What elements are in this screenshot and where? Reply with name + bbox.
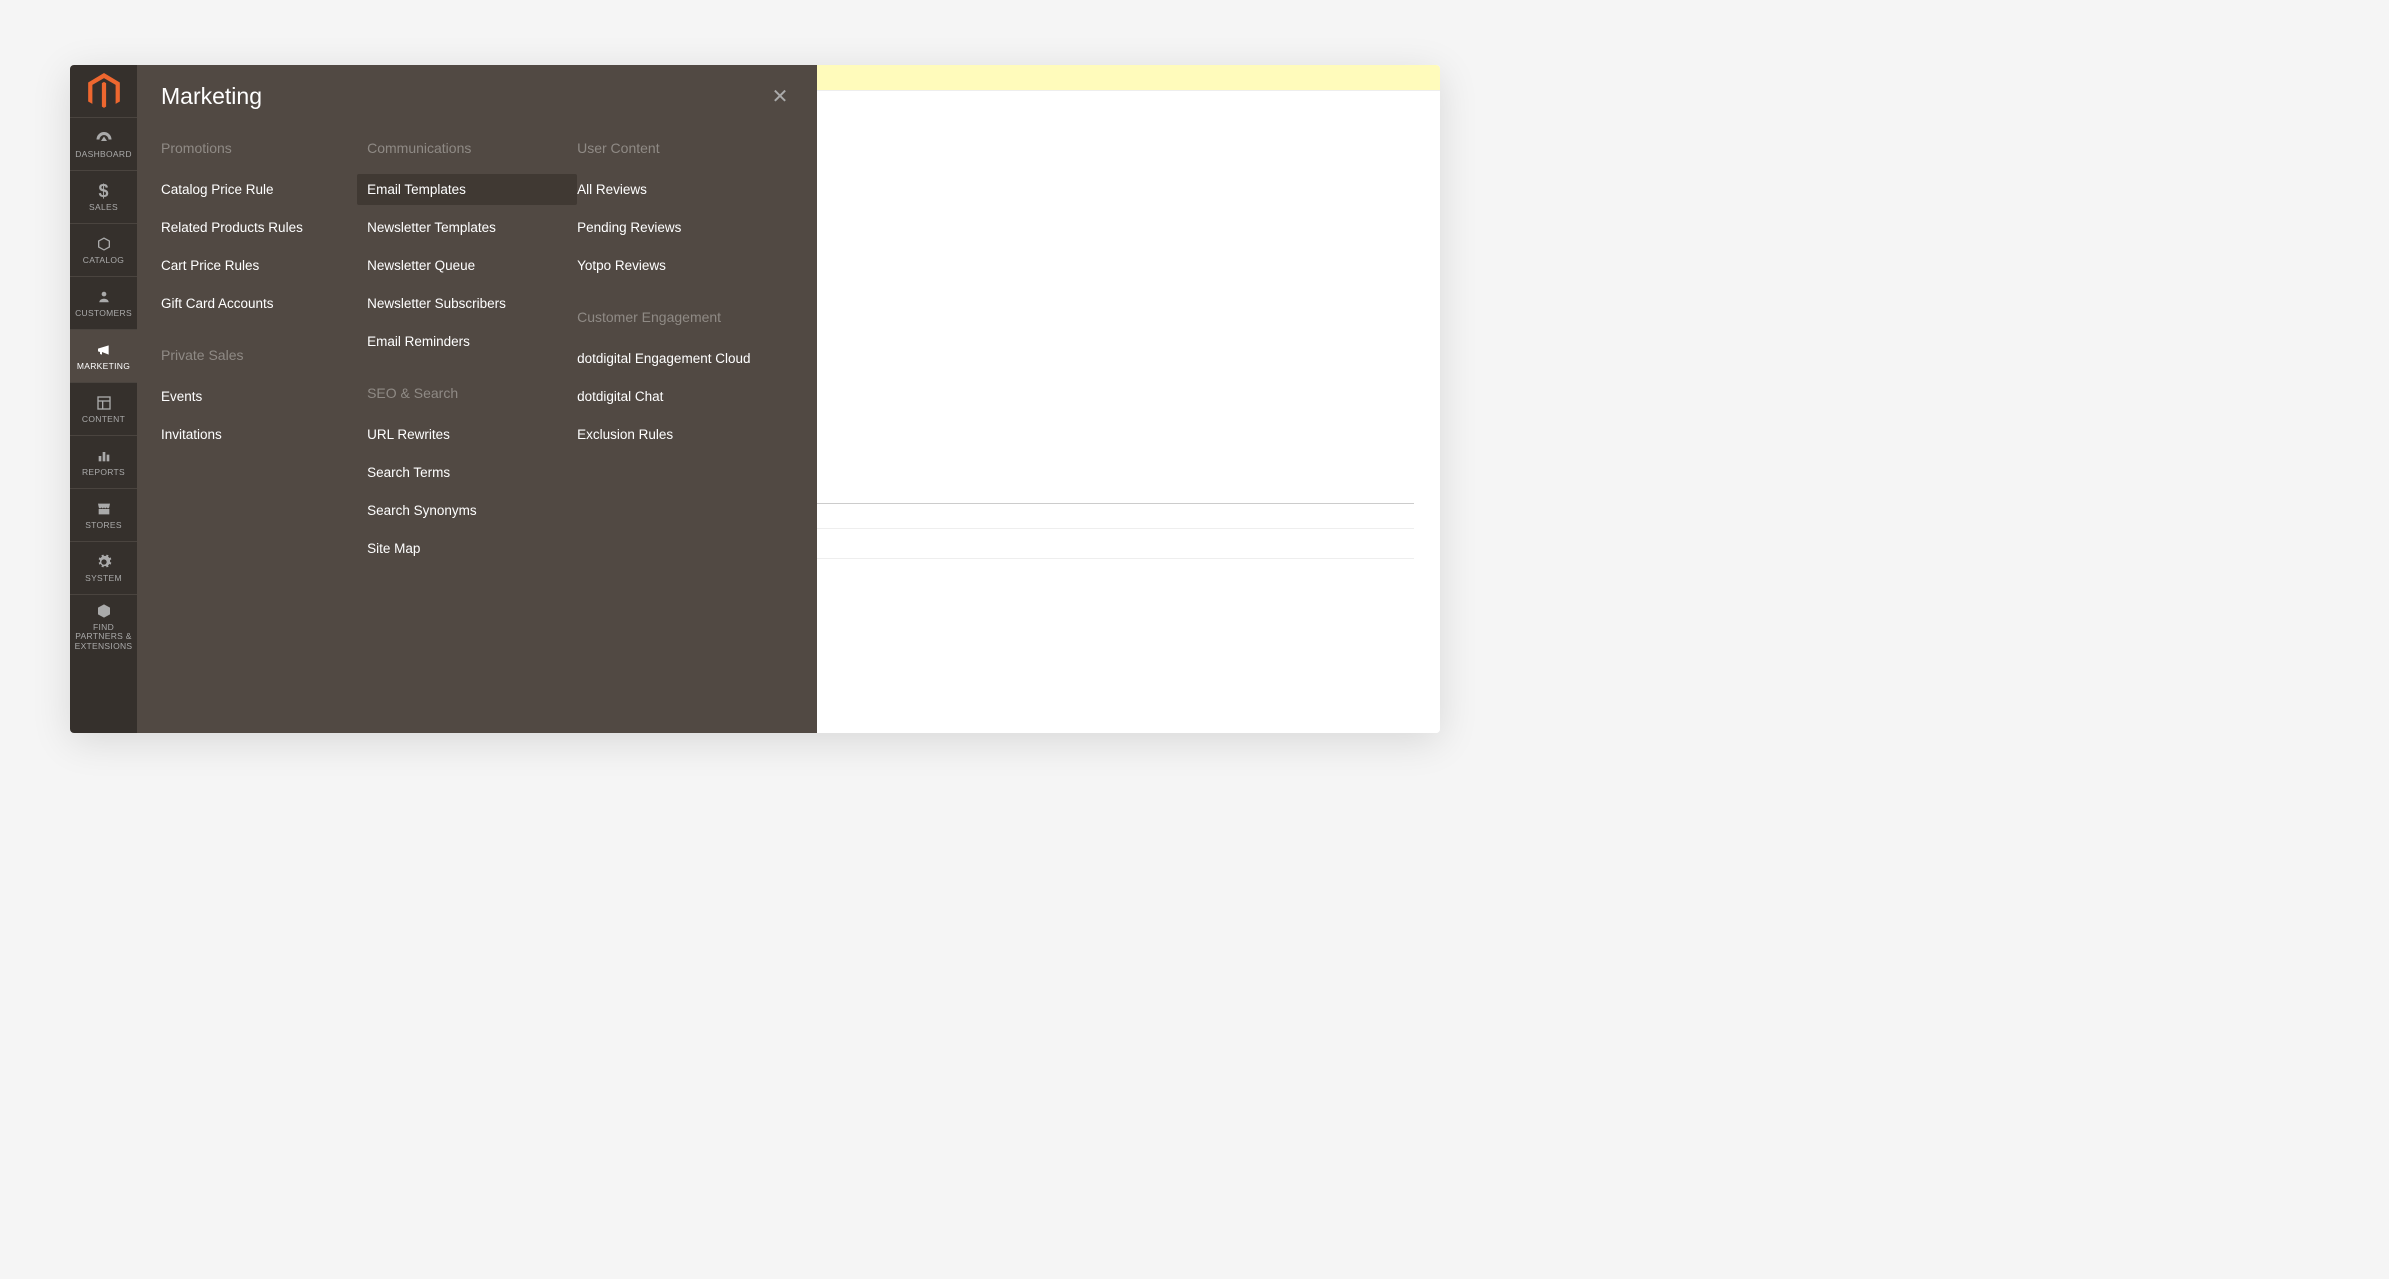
nav-dashboard[interactable]: DASHBOARD	[70, 117, 137, 170]
admin-window: Cache Management and refresh cache types…	[70, 65, 1440, 733]
nav-label: CUSTOMERS	[73, 309, 134, 318]
menu-cart-price-rules[interactable]: Cart Price Rules	[151, 250, 367, 281]
nav-stores[interactable]: STORES	[70, 488, 137, 541]
nav-label: SALES	[87, 203, 120, 212]
menu-newsletter-subscribers[interactable]: Newsletter Subscribers	[357, 288, 577, 319]
nav-label: CONTENT	[80, 415, 127, 424]
menu-site-map[interactable]: Site Map	[357, 533, 577, 564]
flyout-columns: Promotions Catalog Price Rule Related Pr…	[161, 140, 793, 571]
nav-label: REPORTS	[80, 468, 127, 477]
person-icon	[95, 288, 113, 306]
menu-all-reviews[interactable]: All Reviews	[567, 174, 793, 205]
marketing-flyout: Marketing ✕ Promotions Catalog Price Rul…	[137, 65, 817, 733]
menu-gift-card-accounts[interactable]: Gift Card Accounts	[151, 288, 367, 319]
store-icon	[95, 500, 113, 518]
menu-exclusion-rules[interactable]: Exclusion Rules	[567, 419, 793, 450]
flyout-col-1: Promotions Catalog Price Rule Related Pr…	[161, 140, 367, 571]
menu-events[interactable]: Events	[151, 381, 367, 412]
flyout-col-3: User Content All Reviews Pending Reviews…	[577, 140, 793, 571]
nav-label: MARKETING	[75, 362, 132, 371]
nav-label: STORES	[83, 521, 124, 530]
bars-icon	[95, 447, 113, 465]
dollar-icon: $	[95, 182, 113, 200]
menu-pending-reviews[interactable]: Pending Reviews	[567, 212, 793, 243]
flyout-title: Marketing	[161, 83, 262, 110]
flyout-col-2: Communications Email Templates Newslette…	[367, 140, 577, 571]
group-title-user-content: User Content	[577, 140, 793, 156]
nav-label: FIND PARTNERS & EXTENSIONS	[70, 623, 137, 651]
box-icon	[95, 235, 113, 253]
gear-icon	[95, 553, 113, 571]
flyout-header: Marketing ✕	[161, 83, 793, 110]
nav-sales[interactable]: $ SALES	[70, 170, 137, 223]
menu-email-reminders[interactable]: Email Reminders	[357, 326, 577, 357]
nav-reports[interactable]: REPORTS	[70, 435, 137, 488]
nav-label: DASHBOARD	[73, 150, 134, 159]
nav-marketing[interactable]: MARKETING	[70, 329, 137, 382]
menu-invitations[interactable]: Invitations	[151, 419, 367, 450]
menu-search-terms[interactable]: Search Terms	[357, 457, 577, 488]
menu-dotdigital-chat[interactable]: dotdigital Chat	[567, 381, 793, 412]
magento-logo-icon[interactable]	[86, 73, 122, 111]
nav-label: SYSTEM	[83, 574, 124, 583]
nav-partners[interactable]: FIND PARTNERS & EXTENSIONS	[70, 594, 137, 658]
nav-label: CATALOG	[81, 256, 126, 265]
gauge-icon	[95, 129, 113, 147]
nav-content[interactable]: CONTENT	[70, 382, 137, 435]
menu-dotdigital-engagement[interactable]: dotdigital Engagement Cloud	[567, 343, 793, 374]
menu-email-templates[interactable]: Email Templates	[357, 174, 577, 205]
group-title-promotions: Promotions	[161, 140, 367, 156]
group-title-seo: SEO & Search	[367, 385, 577, 401]
menu-newsletter-templates[interactable]: Newsletter Templates	[357, 212, 577, 243]
close-icon[interactable]: ✕	[767, 84, 793, 110]
partners-icon	[95, 602, 113, 620]
group-title-customer-engagement: Customer Engagement	[577, 309, 793, 325]
nav-catalog[interactable]: CATALOG	[70, 223, 137, 276]
layout-icon	[95, 394, 113, 412]
menu-catalog-price-rule[interactable]: Catalog Price Rule	[151, 174, 367, 205]
admin-sidebar: DASHBOARD $ SALES CATALOG CUSTOMERS MARK…	[70, 65, 137, 733]
menu-yotpo-reviews[interactable]: Yotpo Reviews	[567, 250, 793, 281]
megaphone-icon	[95, 341, 113, 359]
nav-system[interactable]: SYSTEM	[70, 541, 137, 594]
menu-related-products-rules[interactable]: Related Products Rules	[151, 212, 367, 243]
nav-customers[interactable]: CUSTOMERS	[70, 276, 137, 329]
menu-newsletter-queue[interactable]: Newsletter Queue	[357, 250, 577, 281]
group-title-private-sales: Private Sales	[161, 347, 367, 363]
group-title-communications: Communications	[367, 140, 577, 156]
menu-search-synonyms[interactable]: Search Synonyms	[357, 495, 577, 526]
menu-url-rewrites[interactable]: URL Rewrites	[357, 419, 577, 450]
